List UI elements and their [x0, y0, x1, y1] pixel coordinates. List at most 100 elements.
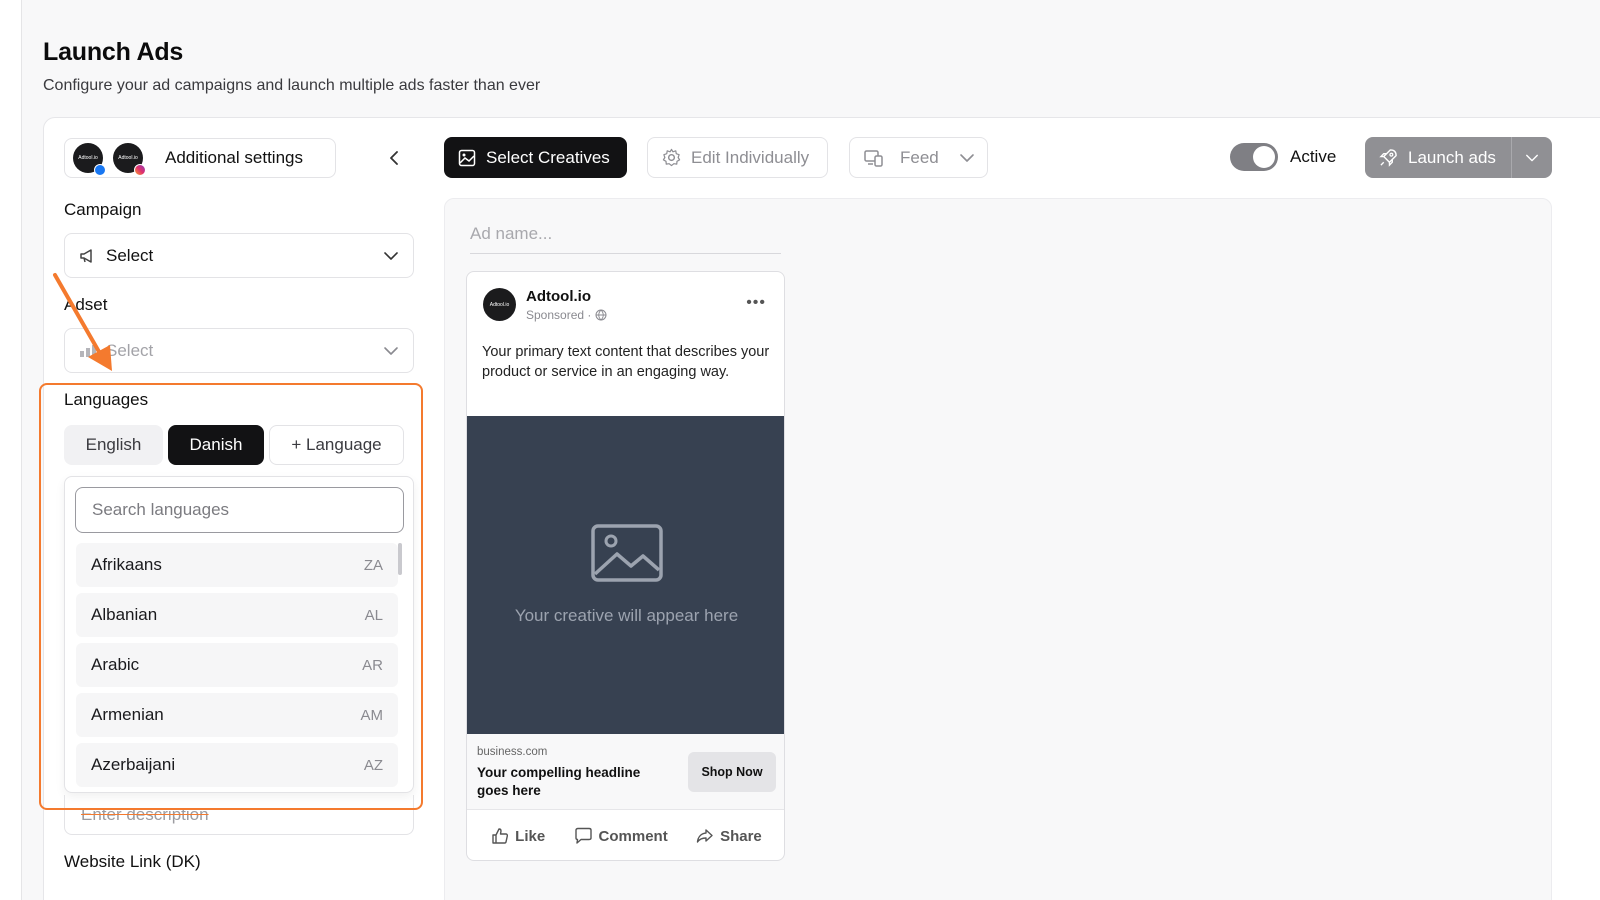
toggle-knob — [1253, 146, 1275, 168]
campaign-label: Campaign — [64, 200, 142, 219]
ad-preview-card: Adtool.io Adtool.io Sponsored · ••• Your… — [466, 271, 785, 861]
language-dropdown: Afrikaans ZA Albanian AL Arabic AR Armen… — [64, 476, 414, 793]
language-code: AZ — [363, 756, 383, 774]
search-languages-input[interactable] — [75, 487, 404, 533]
add-language-button[interactable]: + Language — [269, 425, 404, 465]
placement-feed-select[interactable]: Feed — [849, 137, 988, 178]
chevron-down-icon — [1526, 154, 1538, 161]
edit-individually-label: Edit Individually — [691, 147, 810, 167]
shop-now-button[interactable]: Shop Now — [688, 752, 776, 792]
like-button[interactable]: Like — [491, 827, 545, 845]
instagram-icon — [134, 164, 146, 176]
adset-value: Select — [106, 340, 154, 360]
chevron-left-icon — [390, 151, 398, 165]
ad-header: Adtool.io Adtool.io Sponsored · — [483, 288, 607, 322]
image-icon — [458, 149, 476, 166]
language-tab-danish[interactable]: Danish — [168, 425, 264, 465]
ad-link-footer: business.com Your compelling headline go… — [467, 734, 784, 810]
website-link-label: Website Link (DK) — [64, 852, 201, 871]
language-name: Azerbaijani — [91, 755, 176, 774]
language-option[interactable]: Azerbaijani AZ — [76, 743, 398, 787]
ad-name-input[interactable]: Ad name... — [470, 224, 781, 254]
share-button[interactable]: Share — [696, 827, 762, 845]
language-option[interactable]: Armenian AM — [76, 693, 398, 737]
ad-headline: Your compelling headline goes here — [477, 765, 641, 798]
chevron-down-icon — [384, 347, 398, 355]
facebook-account-avatar: Adtool.io — [73, 143, 106, 176]
avatar-text: Adtool.io — [489, 301, 510, 308]
collapse-sidebar-button[interactable] — [380, 146, 408, 170]
language-option[interactable]: Arabic AR — [76, 643, 398, 687]
gear-icon — [662, 148, 681, 167]
language-name: Arabic — [91, 655, 140, 674]
language-code: AR — [362, 656, 383, 674]
page-avatar: Adtool.io — [483, 288, 516, 321]
like-label: Like — [515, 827, 546, 845]
description-input[interactable]: Enter description — [64, 795, 414, 835]
avatar-text: Adtool.io — [78, 155, 98, 161]
rocket-icon — [1379, 149, 1397, 167]
page-subtitle: Configure your ad campaigns and launch m… — [43, 77, 541, 94]
language-name: Albanian — [91, 605, 158, 624]
launch-ads-main[interactable]: Launch ads — [1365, 137, 1511, 178]
languages-label: Languages — [64, 390, 149, 409]
language-option[interactable]: Albanian AL — [76, 593, 398, 637]
language-tab-english[interactable]: English — [64, 425, 163, 465]
thumbs-up-icon — [492, 828, 509, 844]
select-creatives-button[interactable]: Select Creatives — [444, 137, 627, 178]
sponsored-text: Sponsored · — [526, 308, 592, 322]
chevron-down-icon — [959, 153, 974, 162]
more-options-icon[interactable]: ••• — [746, 294, 766, 312]
additional-settings-button[interactable]: Adtool.io Adtool.io Additional settings — [64, 138, 336, 178]
language-code: ZA — [363, 556, 383, 574]
language-tabs: English Danish + Language — [64, 425, 404, 465]
language-list: Afrikaans ZA Albanian AL Arabic AR Armen… — [76, 543, 398, 792]
ad-meta: Adtool.io Sponsored · — [526, 288, 607, 322]
facebook-icon — [94, 164, 106, 176]
ad-name-placeholder: Ad name... — [470, 224, 553, 243]
share-label: Share — [720, 827, 762, 845]
sponsored-label: Sponsored · — [526, 308, 607, 322]
layers-icon — [80, 344, 96, 357]
share-icon — [696, 829, 713, 843]
ad-actions: Like Comment Share — [467, 810, 784, 860]
language-name: Afrikaans — [91, 555, 162, 574]
megaphone-icon — [80, 248, 92, 263]
globe-icon — [595, 309, 607, 321]
adset-label: Adset — [64, 295, 108, 314]
adset-select[interactable]: Select — [64, 328, 414, 373]
media-placeholder-text: Your creative will appear here — [514, 606, 739, 625]
image-placeholder-icon — [590, 524, 663, 582]
active-label: Active — [1290, 147, 1337, 166]
page-header: Launch Ads Configure your ad campaigns a… — [43, 38, 540, 95]
ad-primary-text: Your primary text content that describes… — [482, 344, 770, 380]
launch-options-button[interactable] — [1512, 151, 1552, 165]
comment-icon — [574, 827, 592, 844]
select-creatives-label: Select Creatives — [486, 147, 610, 167]
language-name: Armenian — [91, 705, 164, 724]
chevron-down-icon — [384, 252, 398, 260]
edit-individually-button[interactable]: Edit Individually — [647, 137, 828, 178]
language-code: AM — [360, 706, 384, 724]
instagram-account-avatar: Adtool.io — [113, 143, 146, 176]
feed-label: Feed — [900, 147, 939, 167]
additional-settings-label: Additional settings — [165, 148, 303, 167]
language-code: AL — [364, 606, 383, 624]
page-name: Adtool.io — [526, 288, 591, 305]
comment-label: Comment — [598, 827, 668, 845]
language-option[interactable]: Afrikaans ZA — [76, 543, 398, 587]
page-title: Launch Ads — [43, 38, 184, 66]
launch-ads-label: Launch ads — [1408, 147, 1496, 167]
launch-ads-button: Launch ads — [1365, 137, 1552, 178]
ad-domain: business.com — [477, 746, 548, 758]
avatar-text: Adtool.io — [118, 155, 138, 161]
devices-icon — [864, 149, 883, 167]
campaign-value: Select — [106, 245, 154, 265]
active-toggle[interactable] — [1230, 143, 1278, 171]
campaign-select[interactable]: Select — [64, 233, 414, 278]
language-list-scrollbar[interactable] — [398, 543, 402, 575]
left-rail — [0, 0, 22, 900]
comment-button[interactable]: Comment — [574, 827, 668, 845]
description-placeholder: Enter description — [81, 804, 209, 824]
ad-media-placeholder: Your creative will appear here — [467, 416, 784, 734]
